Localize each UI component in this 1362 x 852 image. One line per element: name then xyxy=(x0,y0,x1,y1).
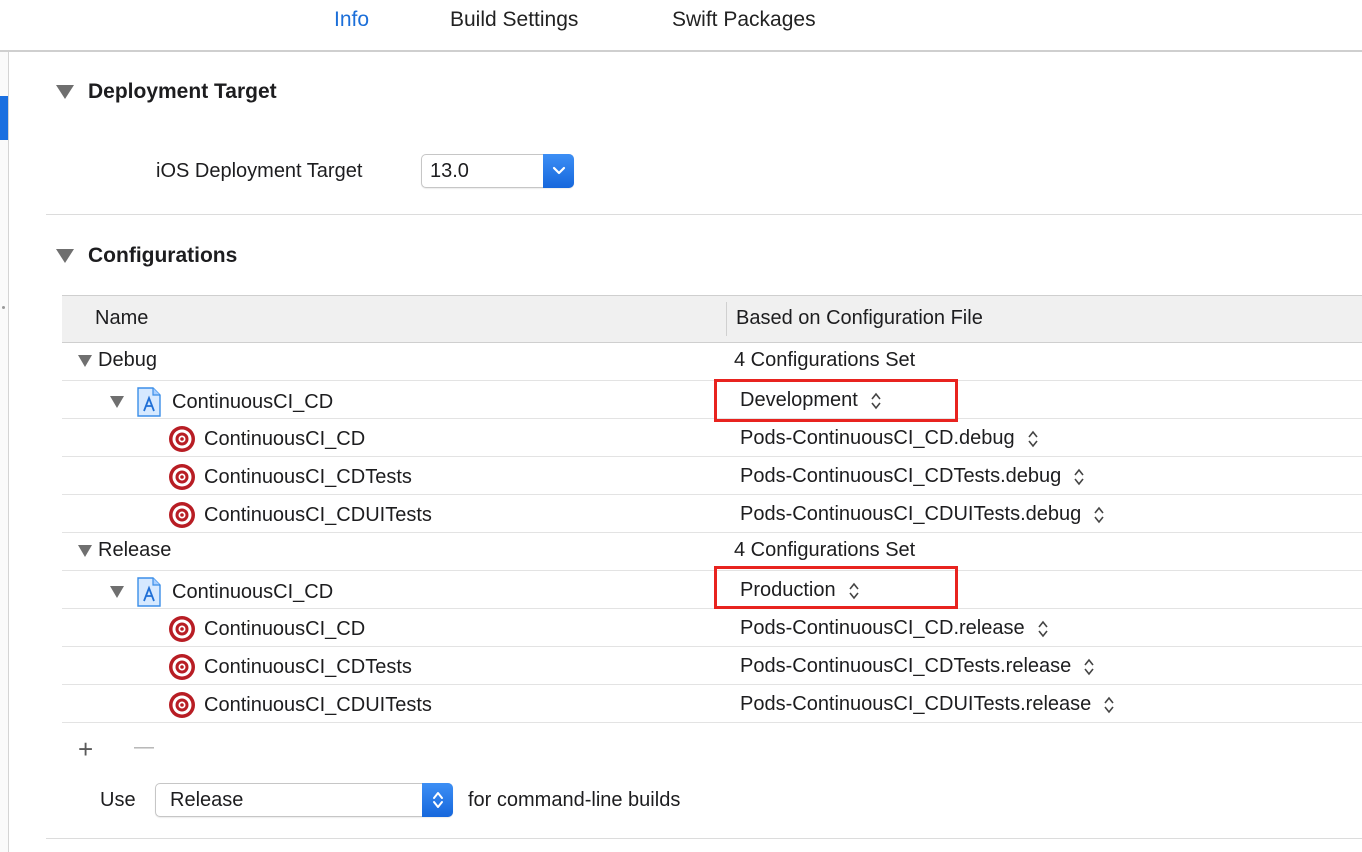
config-name-cell: Debug xyxy=(78,349,157,372)
config-file-popup[interactable]: Pods-ContinuousCI_CDUITests.release xyxy=(740,693,1115,716)
command-line-suffix: for command-line builds xyxy=(468,789,681,811)
config-file-popup[interactable]: Pods-ContinuousCI_CD.debug xyxy=(740,427,1039,450)
config-name-cell: ContinuousCI_CD xyxy=(168,425,365,453)
config-name-cell: ContinuousCI_CD xyxy=(168,615,365,643)
config-summary: 4 Configurations Set xyxy=(734,349,916,371)
config-name: Debug xyxy=(98,349,157,371)
target-icon xyxy=(169,464,195,490)
config-summary: 4 Configurations Set xyxy=(734,539,916,561)
column-header-name[interactable]: Name xyxy=(95,307,148,330)
config-name: ContinuousCI_CD xyxy=(172,390,334,413)
config-name: ContinuousCI_CD xyxy=(204,427,366,450)
config-name: ContinuousCI_CDUITests xyxy=(204,693,432,716)
config-name-cell: ContinuousCI_CDTests xyxy=(168,653,412,681)
config-file-popup[interactable]: Pods-ContinuousCI_CD.release xyxy=(740,617,1049,640)
table-row-project[interactable]: ContinuousCI_CD Development xyxy=(62,381,1362,419)
section-divider xyxy=(46,214,1362,215)
table-row-target[interactable]: ContinuousCI_CDTests Pods-ContinuousCI_C… xyxy=(62,457,1362,495)
config-name: ContinuousCI_CDTests xyxy=(204,655,412,678)
config-name: ContinuousCI_CDUITests xyxy=(204,503,432,526)
target-icon xyxy=(169,692,195,718)
up-down-stepper-icon[interactable] xyxy=(1093,506,1105,524)
table-row-release[interactable]: Release 4 Configurations Set xyxy=(62,533,1362,571)
table-row-target[interactable]: ContinuousCI_CDUITests Pods-ContinuousCI… xyxy=(62,685,1362,723)
disclosure-triangle-icon[interactable] xyxy=(110,586,124,598)
up-down-stepper-icon[interactable] xyxy=(1103,696,1115,714)
config-file-popup[interactable]: Pods-ContinuousCI_CDTests.release xyxy=(740,655,1095,678)
up-down-stepper-icon[interactable] xyxy=(1083,658,1095,676)
config-name: Release xyxy=(98,539,172,561)
table-header: Name Based on Configuration File xyxy=(62,295,1362,343)
tab-build-settings[interactable]: Build Settings xyxy=(450,8,578,32)
target-icon xyxy=(169,426,195,452)
table-row-debug[interactable]: Debug 4 Configurations Set xyxy=(62,343,1362,381)
config-name: ContinuousCI_CD xyxy=(204,617,366,640)
disclosure-triangle-icon[interactable] xyxy=(78,544,92,557)
config-file-value: Pods-ContinuousCI_CDTests.debug xyxy=(740,465,1062,487)
column-header-config-file[interactable]: Based on Configuration File xyxy=(736,307,983,330)
config-name-cell: ContinuousCI_CDTests xyxy=(168,463,412,491)
target-icon xyxy=(169,502,195,528)
highlight-box-production xyxy=(714,566,958,609)
sidebar-edge xyxy=(0,52,9,852)
up-down-stepper-icon[interactable] xyxy=(1037,620,1049,638)
column-separator[interactable] xyxy=(726,302,727,336)
config-file-value: Pods-ContinuousCI_CDUITests.release xyxy=(740,693,1092,715)
command-line-config-value: Release xyxy=(170,789,244,811)
config-name-cell: ContinuousCI_CDUITests xyxy=(168,691,432,719)
config-name-cell: Release xyxy=(78,539,171,562)
table-row-target[interactable]: ContinuousCI_CD Pods-ContinuousCI_CD.deb… xyxy=(62,419,1362,457)
section-title-configurations: Configurations xyxy=(88,244,238,267)
sidebar-marker xyxy=(2,306,5,309)
target-icon xyxy=(169,616,195,642)
up-down-stepper-icon[interactable] xyxy=(1027,430,1039,448)
config-file-value: Pods-ContinuousCI_CDUITests.debug xyxy=(740,503,1082,525)
config-name-cell: ContinuousCI_CDUITests xyxy=(168,501,432,529)
ios-deployment-target-value: 13.0 xyxy=(430,160,469,182)
config-name: ContinuousCI_CD xyxy=(172,580,334,603)
table-row-project[interactable]: ContinuousCI_CD Production xyxy=(62,571,1362,609)
section-title-deployment: Deployment Target xyxy=(88,80,277,103)
config-file-value: Pods-ContinuousCI_CD.release xyxy=(740,617,1025,639)
configurations-header[interactable]: Configurations xyxy=(56,244,237,268)
target-icon xyxy=(169,654,195,680)
tab-bar: Info Build Settings Swift Packages xyxy=(0,0,1362,52)
config-name-cell: ContinuousCI_CD xyxy=(110,387,333,417)
use-label: Use xyxy=(100,789,136,811)
deployment-target-header[interactable]: Deployment Target xyxy=(56,80,277,104)
sidebar-selection-indicator xyxy=(0,96,8,140)
remove-configuration-button[interactable]: — xyxy=(134,736,154,759)
add-configuration-button[interactable]: + xyxy=(78,734,93,765)
up-down-stepper-icon[interactable] xyxy=(422,783,453,817)
command-line-config-popup[interactable]: Release xyxy=(155,783,453,817)
table-row-target[interactable]: ContinuousCI_CD Pods-ContinuousCI_CD.rel… xyxy=(62,609,1362,647)
xcode-project-icon xyxy=(137,577,161,607)
table-row-target[interactable]: ContinuousCI_CDTests Pods-ContinuousCI_C… xyxy=(62,647,1362,685)
config-name-cell: ContinuousCI_CD xyxy=(110,577,333,607)
highlight-box-development xyxy=(714,379,958,422)
disclosure-triangle-icon[interactable] xyxy=(56,85,74,99)
disclosure-triangle-icon[interactable] xyxy=(78,354,92,367)
xcode-project-icon xyxy=(137,387,161,417)
config-file-popup[interactable]: Pods-ContinuousCI_CDTests.debug xyxy=(740,465,1085,488)
config-file-value: Pods-ContinuousCI_CD.debug xyxy=(740,427,1015,449)
tab-info[interactable]: Info xyxy=(334,8,369,32)
ios-deployment-target-label: iOS Deployment Target xyxy=(156,160,363,182)
config-file-popup[interactable]: Pods-ContinuousCI_CDUITests.debug xyxy=(740,503,1105,526)
config-name: ContinuousCI_CDTests xyxy=(204,465,412,488)
configurations-table: Name Based on Configuration File Debug 4… xyxy=(62,295,1362,723)
chevron-down-icon[interactable] xyxy=(543,154,574,188)
section-divider xyxy=(46,838,1362,839)
table-row-target[interactable]: ContinuousCI_CDUITests Pods-ContinuousCI… xyxy=(62,495,1362,533)
tab-swift-packages[interactable]: Swift Packages xyxy=(672,8,816,32)
disclosure-triangle-icon[interactable] xyxy=(56,249,74,263)
ios-deployment-target-popup[interactable]: 13.0 xyxy=(421,154,574,188)
up-down-stepper-icon[interactable] xyxy=(1073,468,1085,486)
disclosure-triangle-icon[interactable] xyxy=(110,396,124,408)
config-file-value: Pods-ContinuousCI_CDTests.release xyxy=(740,655,1072,677)
